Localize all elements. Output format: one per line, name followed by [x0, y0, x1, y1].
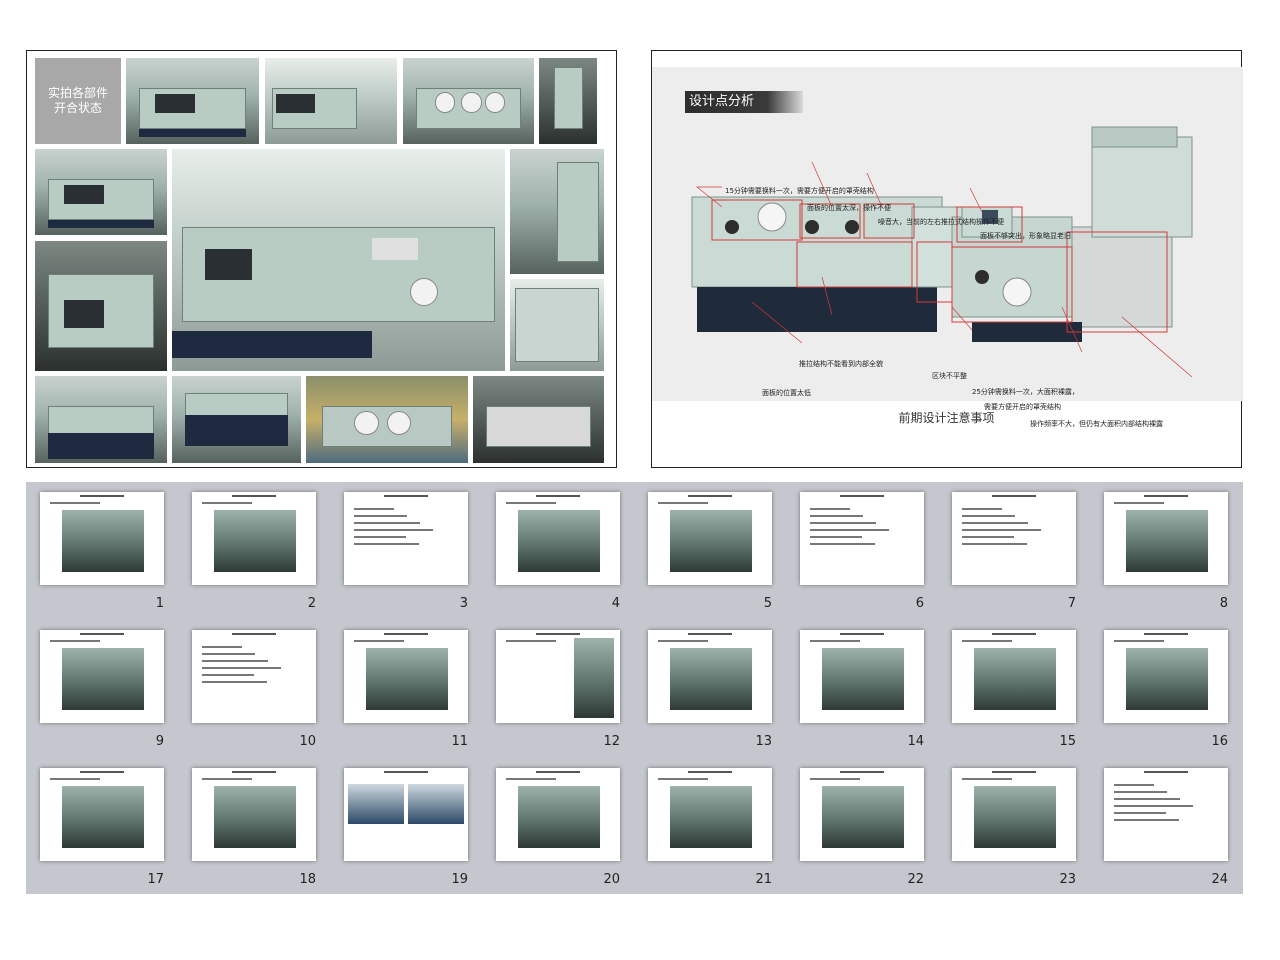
- thumbnail-page-number: 20: [603, 872, 620, 887]
- photo-7: [35, 241, 167, 371]
- page-thumbnail[interactable]: [344, 492, 468, 585]
- annotation-3: 噪音大，当前的左右推拉式结构操作不便: [878, 218, 1004, 226]
- photo-main: [172, 149, 505, 371]
- thumbnail-page-number: 16: [1211, 734, 1228, 749]
- annotation-6: 面板的位置太低: [762, 389, 811, 397]
- thumbnail-page-number: 19: [451, 872, 468, 887]
- thumbnail-page-number: 13: [755, 734, 772, 749]
- thumbnail-page-number: 10: [299, 734, 316, 749]
- photo-1: [126, 58, 259, 144]
- thumbnail-page-number: 15: [1059, 734, 1076, 749]
- annotation-1: 15分钟需要换料一次，需要方便开启的罩壳结构: [725, 187, 874, 195]
- page-thumbnails-area: 1 2 3 4 5 6 7 8 9 10 11 12 13 14 15 16 17 18 19 20 21 22 23 24: [26, 482, 1243, 894]
- photo-6: [510, 149, 604, 274]
- annotation-2: 面板的位置太深，操作不便: [807, 204, 891, 212]
- thumbnail-page-number: 21: [755, 872, 772, 887]
- collage-label: 实拍各部件 开合状态: [35, 58, 121, 144]
- thumbnail-page-number: 5: [763, 596, 772, 611]
- page-thumbnail[interactable]: [192, 768, 316, 861]
- thumbnail-page-number: 24: [1211, 872, 1228, 887]
- page-thumbnail[interactable]: [648, 492, 772, 585]
- photo-12: [473, 376, 604, 463]
- page-thumbnail[interactable]: [952, 768, 1076, 861]
- photo-4: [539, 58, 597, 144]
- annotation-5: 推拉结构不能看到内部全貌: [799, 360, 883, 368]
- photo-11: [306, 376, 468, 463]
- thumbnail-page-number: 11: [451, 734, 468, 749]
- machine-illustration: [691, 126, 1193, 378]
- thumbnail-page-number: 17: [147, 872, 164, 887]
- page-thumbnail[interactable]: [952, 492, 1076, 585]
- thumbnail-page-number: 3: [459, 596, 468, 611]
- photo-10: [172, 376, 301, 463]
- thumbnail-page-number: 12: [603, 734, 620, 749]
- page-thumbnail[interactable]: [496, 492, 620, 585]
- thumbnail-page-number: 8: [1219, 596, 1228, 611]
- page-thumbnail[interactable]: [344, 768, 468, 861]
- page-thumbnail[interactable]: [192, 492, 316, 585]
- page-thumbnail[interactable]: [40, 768, 164, 861]
- page-thumbnail[interactable]: [1104, 492, 1228, 585]
- thumbnail-page-number: 6: [915, 596, 924, 611]
- annotation-8: 25分钟需换料一次，大面积裸露，: [972, 388, 1079, 396]
- page-thumbnail[interactable]: [648, 630, 772, 723]
- photo-8: [510, 279, 604, 371]
- panel-caption: 前期设计注意事项: [898, 411, 995, 425]
- page-thumbnail[interactable]: [496, 768, 620, 861]
- photo-2: [265, 58, 397, 144]
- annotation-7: 区块不平整: [932, 372, 967, 380]
- thumbnail-page-number: 22: [907, 872, 924, 887]
- thumbnail-page-number: 2: [307, 596, 316, 611]
- page-thumbnail[interactable]: [496, 630, 620, 723]
- thumbnail-page-number: 14: [907, 734, 924, 749]
- page-thumbnail[interactable]: [800, 768, 924, 861]
- photo-3: [403, 58, 534, 144]
- collage-label-text: 实拍各部件 开合状态: [47, 86, 108, 115]
- thumbnail-page-number: 7: [1067, 596, 1076, 611]
- page-thumbnail[interactable]: [648, 768, 772, 861]
- thumbnail-page-number: 18: [299, 872, 316, 887]
- page-thumbnail[interactable]: [800, 630, 924, 723]
- page-thumbnail[interactable]: [1104, 768, 1228, 861]
- page-thumbnail[interactable]: [952, 630, 1076, 723]
- thumbnail-page-number: 1: [155, 596, 164, 611]
- machine-illustration-area: 设计点分析 15分钟需要换料一次，需要方便开启的罩壳结构 面板的位置太深，操作不…: [652, 67, 1243, 401]
- page-thumbnail[interactable]: [344, 630, 468, 723]
- page-thumbnail[interactable]: [40, 492, 164, 585]
- annotation-4: 面板不够突出，形象略显老旧: [980, 232, 1071, 240]
- thumbnail-page-number: 9: [155, 734, 164, 749]
- page-thumbnail[interactable]: [192, 630, 316, 723]
- page-thumbnail[interactable]: [800, 492, 924, 585]
- page-thumbnail[interactable]: [1104, 630, 1228, 723]
- thumbnail-page-number: 23: [1059, 872, 1076, 887]
- page-thumbnail[interactable]: [40, 630, 164, 723]
- photo-9: [35, 376, 167, 463]
- thumbnail-page-number: 4: [611, 596, 620, 611]
- photo-collage-panel: 实拍各部件 开合状态: [26, 50, 617, 468]
- design-analysis-panel: 设计点分析 15分钟需要换料一次，需要方便开启的罩壳结构 面板的位置太深，操作不…: [651, 50, 1243, 468]
- photo-5: [35, 149, 167, 235]
